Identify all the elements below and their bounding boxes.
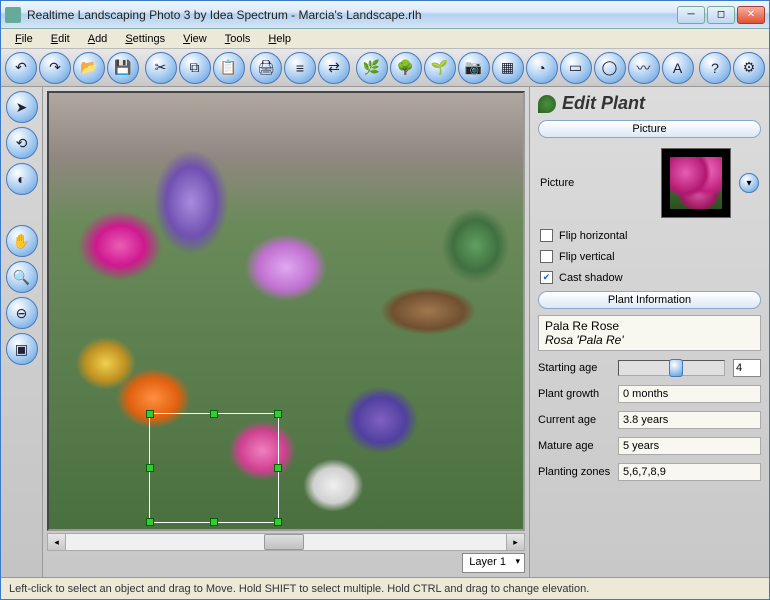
zones-label: Planting zones <box>538 466 614 478</box>
pointer-icon[interactable]: ➤ <box>6 91 38 123</box>
minimize-button[interactable]: ─ <box>677 6 705 24</box>
scroll-left-icon[interactable]: ◂ <box>48 534 66 550</box>
starting-age-label: Starting age <box>538 362 614 374</box>
plant-growth-label: Plant growth <box>538 388 614 400</box>
camera-icon[interactable]: 📷 <box>458 52 490 84</box>
pan-icon[interactable]: ✋ <box>6 225 38 257</box>
flip-vertical-checkbox[interactable] <box>540 250 553 263</box>
window-title: Realtime Landscaping Photo 3 by Idea Spe… <box>27 8 677 22</box>
close-button[interactable]: ✕ <box>737 6 765 24</box>
print-icon[interactable]: 🖨 <box>250 52 282 84</box>
picture-label: Picture <box>540 177 574 189</box>
leaf-icon <box>538 95 556 113</box>
flip-v-label: Flip vertical <box>559 251 615 263</box>
content-area: ➤ ⟲ ◐ ✋ 🔍 ⊖ ▣ <box>1 87 769 577</box>
flip-icon[interactable]: ⇄ <box>318 52 350 84</box>
slider-thumb[interactable] <box>669 359 683 377</box>
fill-icon[interactable]: ◐ <box>6 163 38 195</box>
properties-panel: Edit Plant Picture Picture ▾ Flip horizo… <box>529 87 769 577</box>
mature-age-value: 5 years <box>618 437 761 455</box>
status-text: Left-click to select an object and drag … <box>9 583 589 595</box>
mature-age-label: Mature age <box>538 440 614 452</box>
plant-scientific-name: Rosa 'Pala Re' <box>545 333 754 347</box>
undo-icon[interactable]: ↶ <box>5 52 37 84</box>
rock-icon[interactable]: ◔ <box>526 52 558 84</box>
panel-title: Edit Plant <box>562 93 645 114</box>
tree-icon[interactable]: 🌳 <box>390 52 422 84</box>
paste-icon[interactable]: 📋 <box>213 52 245 84</box>
menu-file[interactable]: File <box>7 31 41 47</box>
help-icon[interactable]: ? <box>699 52 731 84</box>
rotate-icon[interactable]: ⟲ <box>6 127 38 159</box>
resize-handle[interactable] <box>274 410 282 418</box>
starting-age-slider[interactable] <box>618 360 725 376</box>
picture-options-button[interactable]: ▾ <box>739 173 759 193</box>
path-icon[interactable]: 〰 <box>628 52 660 84</box>
current-age-value: 3.8 years <box>618 411 761 429</box>
resize-handle[interactable] <box>146 464 154 472</box>
titlebar: Realtime Landscaping Photo 3 by Idea Spe… <box>1 1 769 29</box>
picture-section-header: Picture <box>538 120 761 138</box>
plant-thumbnail[interactable] <box>661 148 731 218</box>
app-window: Realtime Landscaping Photo 3 by Idea Spe… <box>0 0 770 600</box>
main-toolbar: ↶ ↷ 📂 💾 ✂ ⧉ 📋 🖨 ≡ ⇄ 🌿 🌳 🌱 📷 ▦ ◔ ▭ ◯ 〰 A … <box>1 49 769 87</box>
current-age-label: Current age <box>538 414 614 426</box>
redo-icon[interactable]: ↷ <box>39 52 71 84</box>
zones-value: 5,6,7,8,9 <box>618 463 761 481</box>
menu-tools[interactable]: Tools <box>217 31 259 47</box>
maximize-button[interactable]: ◻ <box>707 6 735 24</box>
info-section-header: Plant Information <box>538 291 761 309</box>
resize-handle[interactable] <box>146 518 154 526</box>
scroll-track[interactable] <box>66 534 506 550</box>
status-bar: Left-click to select an object and drag … <box>1 577 769 599</box>
horizontal-scrollbar[interactable]: ◂ ▸ <box>47 533 525 551</box>
zoom-in-icon[interactable]: 🔍 <box>6 261 38 293</box>
fit-icon[interactable]: ▣ <box>6 333 38 365</box>
landscape-photo <box>49 93 523 529</box>
scroll-right-icon[interactable]: ▸ <box>506 534 524 550</box>
cut-icon[interactable]: ✂ <box>145 52 177 84</box>
design-canvas[interactable] <box>47 91 525 531</box>
layer-selector[interactable]: Layer 1 <box>462 553 525 573</box>
resize-handle[interactable] <box>274 518 282 526</box>
resize-handle[interactable] <box>210 518 218 526</box>
flip-horizontal-checkbox[interactable] <box>540 229 553 242</box>
menu-edit[interactable]: Edit <box>43 31 78 47</box>
text-icon[interactable]: A <box>662 52 694 84</box>
cast-shadow-checkbox[interactable]: ✔ <box>540 271 553 284</box>
scroll-thumb[interactable] <box>264 534 304 550</box>
resize-handle[interactable] <box>274 464 282 472</box>
settings-icon[interactable]: ⚙ <box>733 52 765 84</box>
plant-common-name: Pala Re Rose <box>545 319 754 333</box>
canvas-area: ◂ ▸ Layer 1 <box>43 87 529 577</box>
menu-add[interactable]: Add <box>80 31 116 47</box>
flip-h-label: Flip horizontal <box>559 230 627 242</box>
menu-help[interactable]: Help <box>260 31 299 47</box>
furniture-icon[interactable]: ▭ <box>560 52 592 84</box>
resize-handle[interactable] <box>146 410 154 418</box>
copy-icon[interactable]: ⧉ <box>179 52 211 84</box>
menubar: File Edit Add Settings View Tools Help <box>1 29 769 49</box>
cast-shadow-label: Cast shadow <box>559 272 623 284</box>
shrub-icon[interactable]: 🌱 <box>424 52 456 84</box>
align-icon[interactable]: ≡ <box>284 52 316 84</box>
plant-icon[interactable]: 🌿 <box>356 52 388 84</box>
plant-growth-value: 0 months <box>618 385 761 403</box>
resize-handle[interactable] <box>210 410 218 418</box>
texture-icon[interactable]: ▦ <box>492 52 524 84</box>
app-icon <box>5 7 21 23</box>
menu-view[interactable]: View <box>175 31 215 47</box>
plant-info-box: Pala Re Rose Rosa 'Pala Re' <box>538 315 761 351</box>
save-icon[interactable]: 💾 <box>107 52 139 84</box>
starting-age-value[interactable]: 4 <box>733 359 761 377</box>
open-icon[interactable]: 📂 <box>73 52 105 84</box>
left-toolbar: ➤ ⟲ ◐ ✋ 🔍 ⊖ ▣ <box>1 87 43 577</box>
shape-icon[interactable]: ◯ <box>594 52 626 84</box>
menu-settings[interactable]: Settings <box>117 31 173 47</box>
selection-box[interactable] <box>149 413 279 523</box>
zoom-out-icon[interactable]: ⊖ <box>6 297 38 329</box>
